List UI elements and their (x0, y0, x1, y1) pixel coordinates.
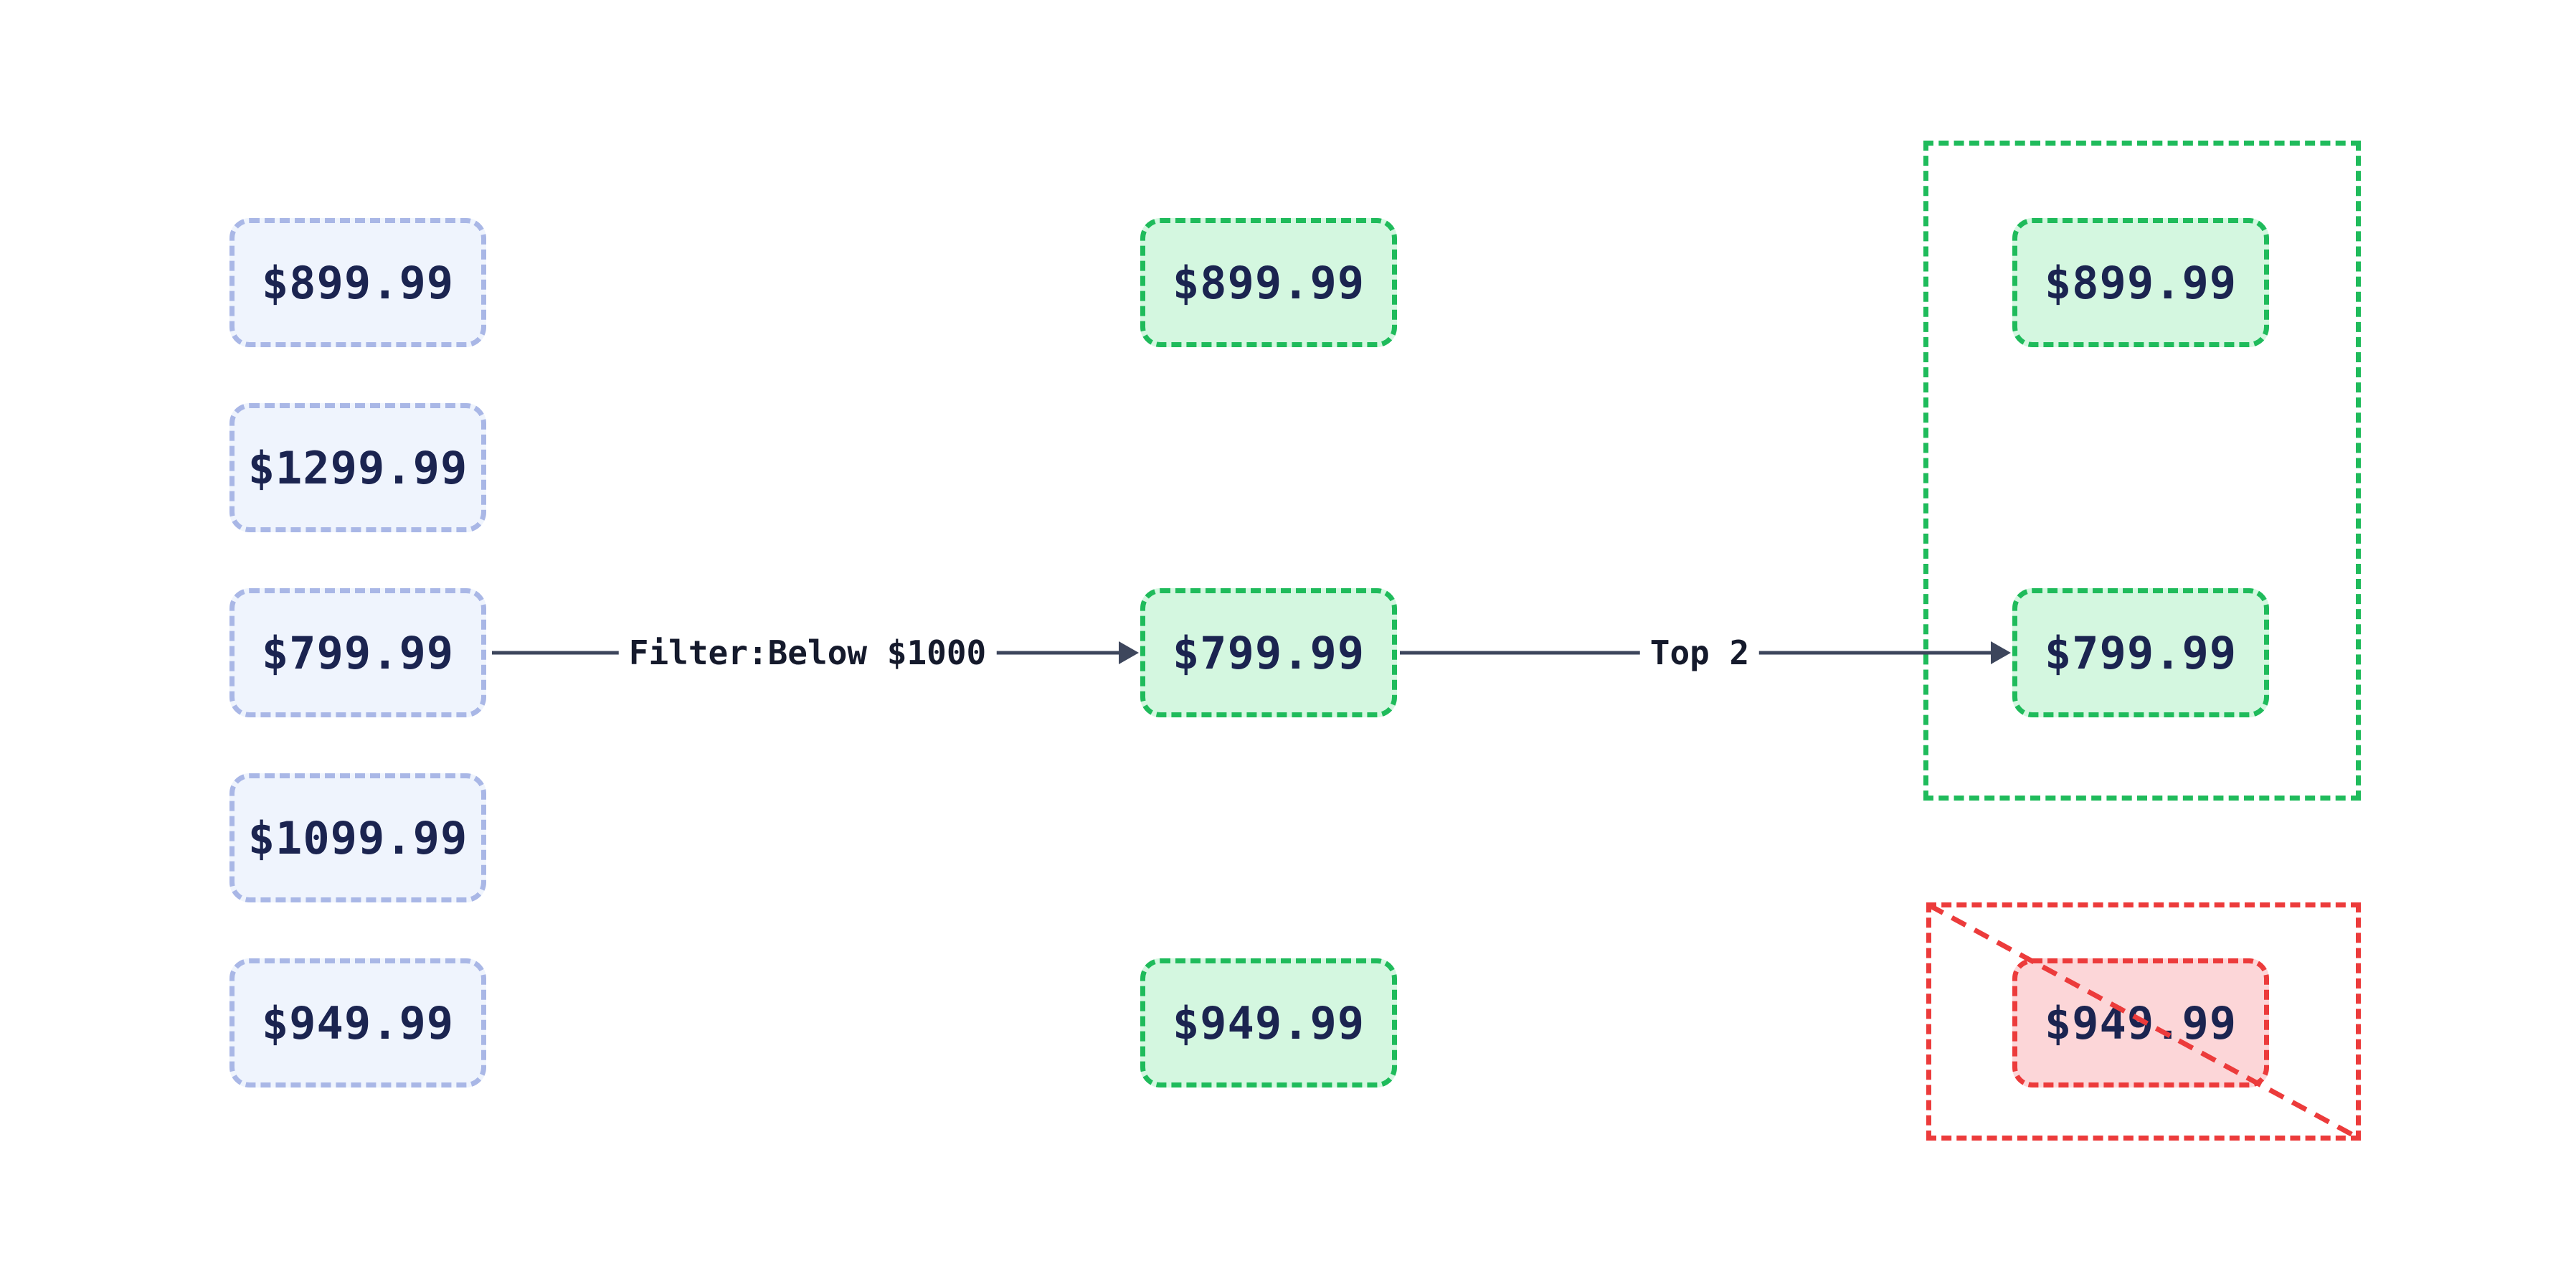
strike-through-line (1928, 902, 2359, 1141)
limit-edge-label: Top 2 (1639, 633, 1760, 672)
connectors-layer (492, 641, 2359, 1141)
filter-arrowhead-icon (1119, 641, 1139, 664)
filter-edge-label: Filter:Below $1000 (618, 633, 997, 672)
limit-arrowhead-icon (1991, 641, 2011, 664)
pipeline-diagram: $899.99 $1299.99 $799.99 $1099.99 $949.9… (0, 0, 2576, 1274)
